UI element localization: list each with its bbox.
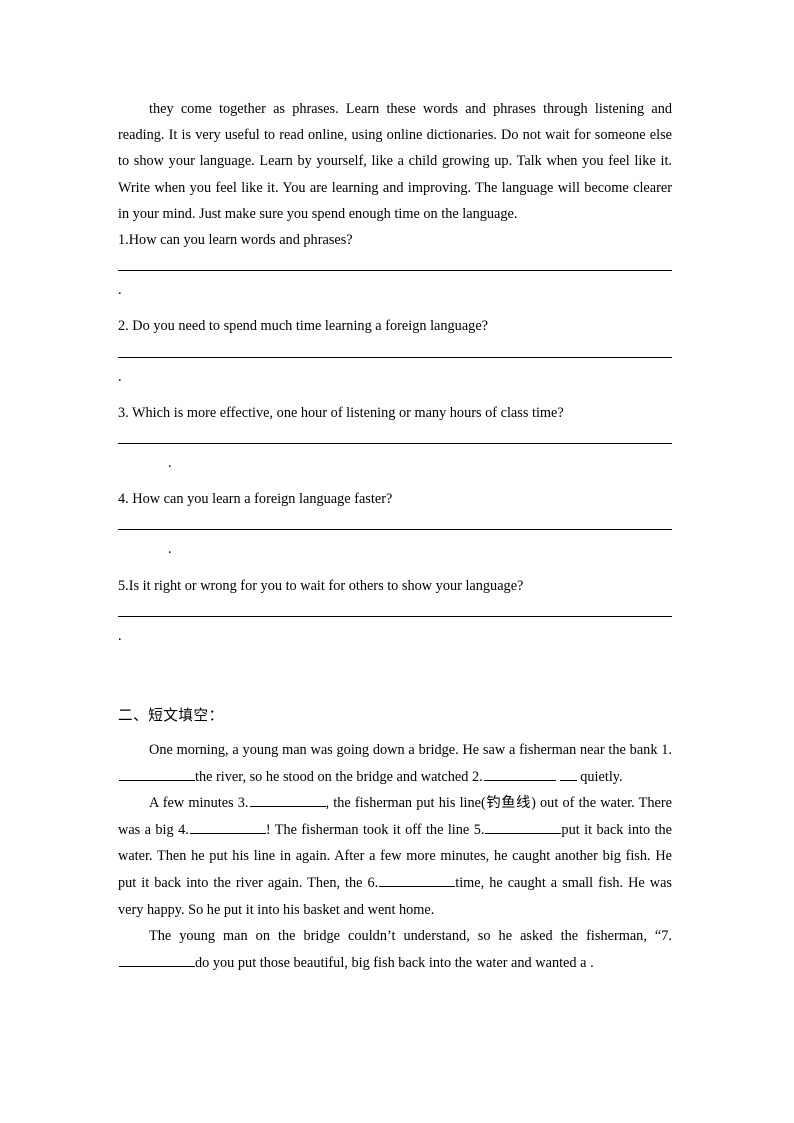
answer-line-5[interactable] [118, 615, 672, 617]
answer-line-1[interactable] [118, 270, 672, 272]
heading-spacer [118, 729, 672, 737]
cloze-blank-7[interactable] [119, 953, 195, 967]
page-content: they come together as phrases. Learn the… [118, 96, 672, 976]
answer-mark-2: . [118, 368, 122, 385]
cloze-blank-4[interactable] [189, 820, 266, 834]
reading-question-5: 5.Is it right or wrong for you to wait f… [118, 577, 524, 594]
worksheet-page: they come together as phrases. Learn the… [0, 0, 794, 1123]
cloze-text-1a: One morning, a young man was going down … [149, 742, 672, 759]
cloze-text-1c: quietly. [580, 768, 623, 785]
cloze-trailing-dot: . [590, 954, 594, 971]
answer-mark-5: . [118, 627, 122, 644]
answer-mark-1: . [118, 282, 122, 299]
section-heading-cloze: 二、短文填空： [118, 707, 224, 725]
answer-mark-3: . [168, 455, 172, 472]
cloze-blank-6[interactable] [379, 873, 456, 888]
reading-passage: they come together as phrases. Learn the… [118, 101, 672, 222]
cloze-text-2a: A few minutes 3. [149, 795, 249, 812]
cloze-text-2c: ! The fisherman took it off the line 5. [265, 821, 485, 838]
reading-question-2: 2. Do you need to spend much time learni… [118, 318, 489, 335]
answer-line-2[interactable] [118, 356, 672, 358]
cloze-blank-2[interactable] [483, 767, 556, 781]
cloze-blank-5[interactable] [485, 820, 562, 834]
cloze-text-1b: the river, so he stood on the bridge and… [195, 768, 483, 785]
cloze-paragraph-1: One morning, a young man was going down … [118, 737, 672, 790]
answer-line-4[interactable] [118, 529, 672, 531]
cloze-blank-3[interactable] [249, 793, 326, 808]
reading-question-4: 4. How can you learn a foreign language … [118, 491, 393, 508]
reading-question-1: 1.How can you learn words and phrases? [118, 232, 353, 249]
cloze-paragraph-2: A few minutes 3., the fisherman put his … [118, 790, 672, 923]
reading-question-3: 3. Which is more effective, one hour of … [118, 404, 564, 421]
cloze-blank-2-tail[interactable] [559, 767, 577, 781]
cloze-paragraph-3: The young man on the bridge couldn’t und… [118, 923, 672, 976]
cloze-blank-1[interactable] [119, 767, 195, 781]
answer-mark-4: . [168, 541, 172, 558]
cloze-text-3a: The young man on the bridge couldn’t und… [149, 928, 672, 945]
cloze-text-3b: do you put those beautiful, big fish bac… [195, 954, 587, 971]
answer-line-3[interactable] [118, 443, 672, 445]
